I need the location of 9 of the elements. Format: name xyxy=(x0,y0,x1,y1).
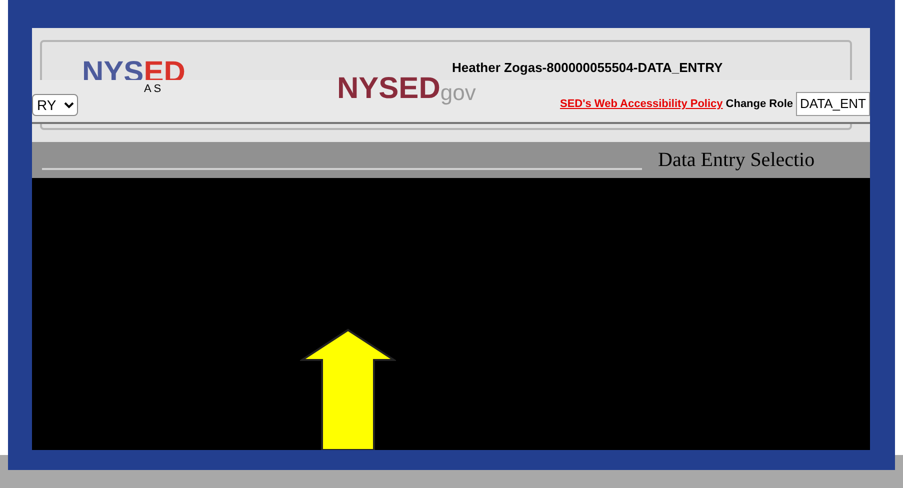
role-dropdown[interactable]: RY xyxy=(32,94,78,116)
accessibility-link[interactable]: SED's Web Accessibility Policy xyxy=(560,96,723,112)
change-role-label: Change Role xyxy=(726,96,794,112)
app-label: A S xyxy=(144,82,162,97)
up-arrow-icon xyxy=(300,328,396,450)
user-info: Heather Zogas-800000055504-DATA_ENTRY xyxy=(452,59,723,77)
change-role-field[interactable]: DATA_ENT xyxy=(796,92,870,116)
page-title: Data Entry Selectio xyxy=(658,148,815,173)
nysed-gov-logo: NYSEDgov xyxy=(337,74,476,104)
